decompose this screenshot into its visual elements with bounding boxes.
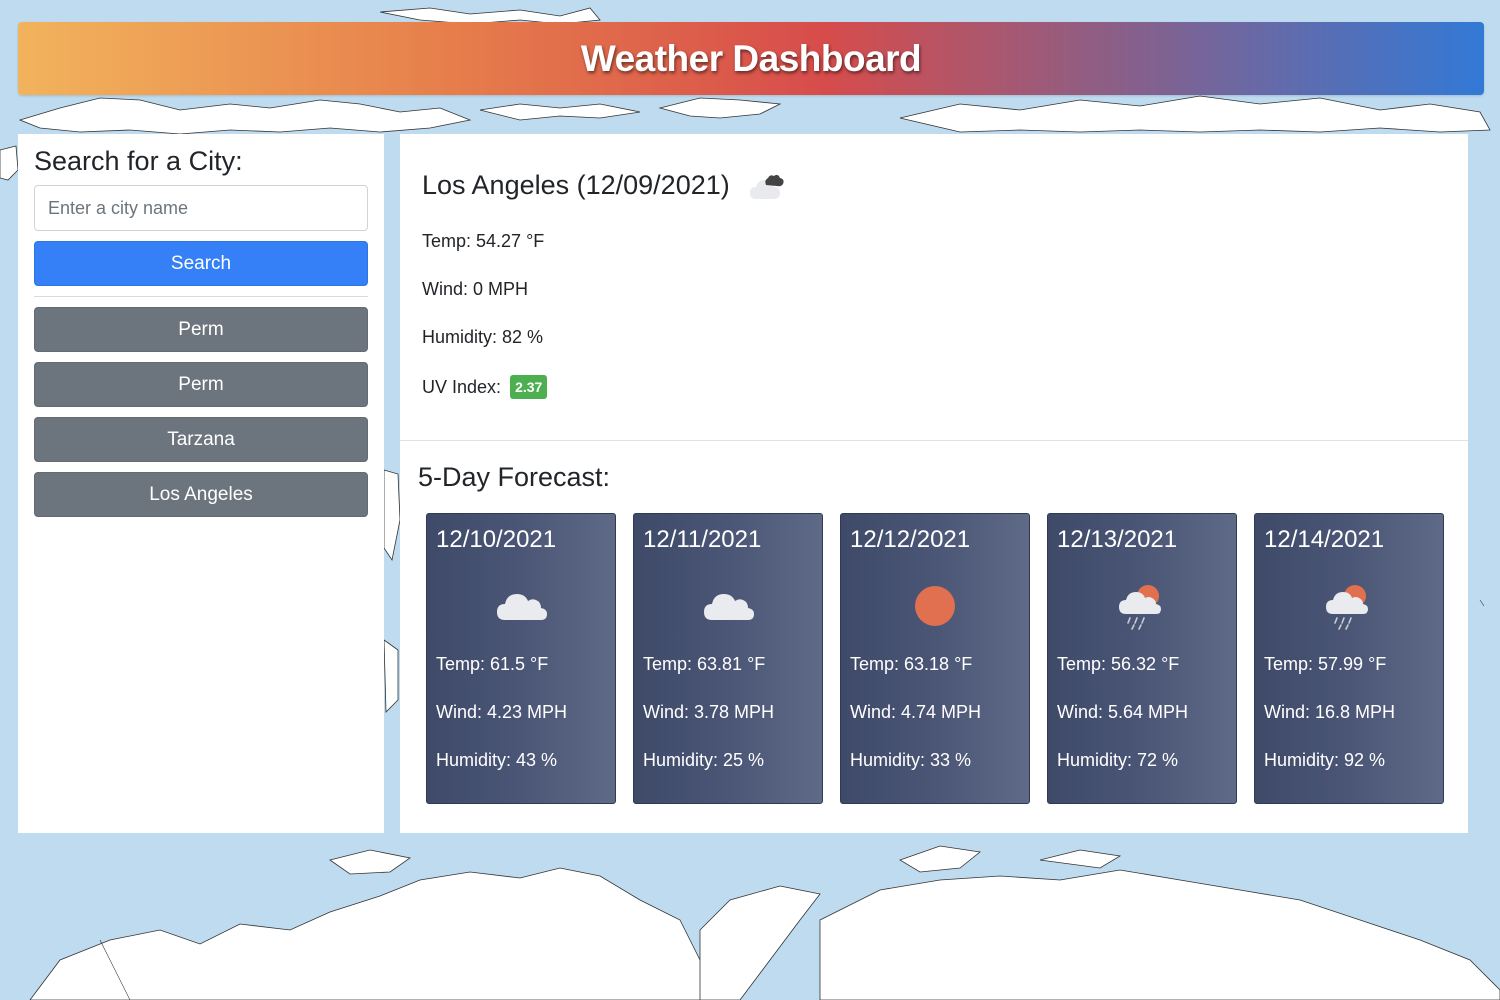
cloud-icon [704, 594, 754, 620]
forecast-date: 12/11/2021 [643, 526, 762, 553]
forecast-card: 12/10/2021 Temp: 61.5 °F Wind: 4.23 MPH … [426, 513, 616, 804]
forecast-temp: Temp: 63.18 °F [850, 654, 973, 674]
history-button-perm[interactable]: Perm [34, 307, 368, 352]
app-header: Weather Dashboard [18, 22, 1484, 95]
current-temp: Temp: 54.27 °F [422, 231, 545, 251]
current-uv-index: UV Index: 2.37 [422, 375, 1446, 399]
page-title: Weather Dashboard [580, 37, 922, 79]
forecast-temp: Temp: 57.99 °F [1264, 654, 1387, 674]
forecast-card: 12/12/2021 Temp: 63.18 °F Wind: 4.74 MPH… [840, 513, 1030, 804]
search-history-list: Perm Perm Tarzana Los Angeles [34, 307, 368, 517]
forecast-humidity: Humidity: 92 % [1264, 750, 1386, 770]
forecast-humidity: Humidity: 43 % [436, 750, 558, 770]
current-city-title: Los Angeles (12/09/2021) [422, 169, 730, 200]
forecast-wind: Wind: 4.74 MPH [850, 702, 982, 722]
forecast-heading: 5-Day Forecast: [418, 462, 611, 492]
weather-main-panel: Los Angeles (12/09/2021) Temp: 54.27 °F … [400, 134, 1468, 833]
forecast-temp: Temp: 56.32 °F [1057, 654, 1180, 674]
history-button-tarzana[interactable]: Tarzana [34, 417, 368, 462]
forecast-date: 12/12/2021 [850, 526, 971, 553]
sun-rain-cloud-icon [1326, 585, 1368, 630]
sun-icon [915, 586, 955, 626]
current-weather-header: Los Angeles (12/09/2021) [422, 168, 1446, 202]
cloud-icon [497, 594, 547, 620]
search-heading: Search for a City: [34, 146, 243, 176]
forecast-temp: Temp: 61.5 °F [436, 654, 549, 674]
sidebar-divider [34, 296, 368, 297]
broken-clouds-icon [749, 174, 784, 199]
uv-index-label: UV Index: [422, 377, 502, 397]
forecast-date: 12/10/2021 [436, 526, 557, 553]
history-button-perm-2[interactable]: Perm [34, 362, 368, 407]
forecast-humidity: Humidity: 33 % [850, 750, 972, 770]
forecast-temp: Temp: 63.81 °F [643, 654, 766, 674]
forecast-card: 12/14/2021 Temp: 57.99 °F Wind: 16.8 MPH… [1254, 513, 1444, 804]
city-search-input[interactable] [34, 185, 368, 231]
uv-index-badge: 2.37 [510, 375, 548, 399]
forecast-card: 12/13/2021 Temp: 56.32 °F Wind: 5.64 MPH… [1047, 513, 1237, 804]
sun-rain-cloud-icon [1119, 585, 1161, 630]
forecast-humidity: Humidity: 72 % [1057, 750, 1179, 770]
forecast-card: 12/11/2021 Temp: 63.81 °F Wind: 3.78 MPH… [633, 513, 823, 804]
current-wind: Wind: 0 MPH [422, 279, 529, 299]
search-button[interactable]: Search [34, 241, 368, 286]
search-sidebar: Search for a City: Search Perm Perm Tarz… [18, 134, 384, 833]
forecast-wind: Wind: 4.23 MPH [436, 702, 568, 722]
history-button-los-angeles[interactable]: Los Angeles [34, 472, 368, 517]
forecast-cards: 12/10/2021 Temp: 61.5 °F Wind: 4.23 MPH … [426, 513, 1444, 805]
forecast-wind: Wind: 16.8 MPH [1264, 702, 1396, 722]
forecast-date: 12/14/2021 [1264, 526, 1385, 553]
current-humidity: Humidity: 82 % [422, 327, 544, 347]
current-weather: Los Angeles (12/09/2021) Temp: 54.27 °F … [400, 134, 1468, 441]
forecast-wind: Wind: 5.64 MPH [1057, 702, 1189, 722]
forecast-wind: Wind: 3.78 MPH [643, 702, 775, 722]
forecast-humidity: Humidity: 25 % [643, 750, 765, 770]
forecast-date: 12/13/2021 [1057, 526, 1178, 553]
